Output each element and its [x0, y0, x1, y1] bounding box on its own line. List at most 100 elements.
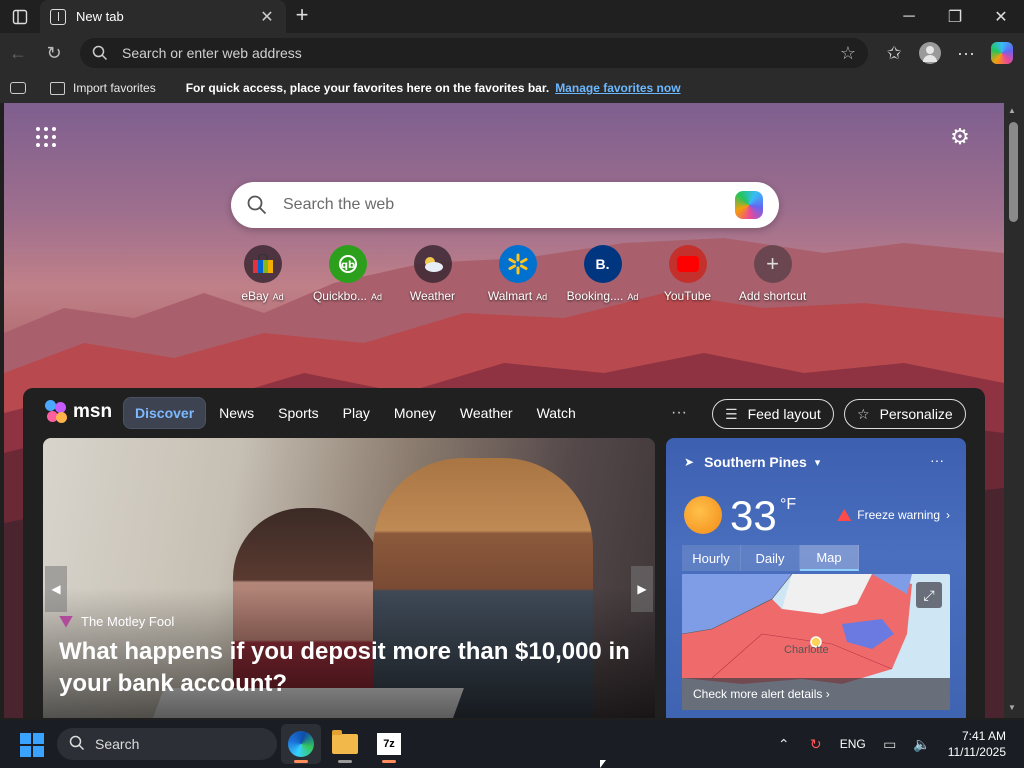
address-bar[interactable]: Search or enter web address ☆: [80, 38, 868, 68]
weather-location-selector[interactable]: ➤ Southern Pines ▾: [684, 454, 820, 470]
weather-more-button[interactable]: ···: [930, 452, 944, 468]
shortcut-booking[interactable]: B. Booking.... Ad: [560, 245, 645, 303]
refresh-button[interactable]: ↻: [36, 37, 72, 69]
taskbar-file-explorer[interactable]: [325, 724, 365, 764]
hero-title[interactable]: What happens if you deposit more than $1…: [59, 636, 639, 700]
browser-tab-new-tab[interactable]: New tab ✕: [40, 0, 286, 33]
feed-layout-label: Feed layout: [747, 406, 821, 422]
profile-button[interactable]: [912, 37, 948, 69]
search-icon: [92, 45, 108, 61]
copilot-button[interactable]: [984, 37, 1020, 69]
feed-tab-play[interactable]: Play: [332, 398, 381, 428]
check-alert-details-link[interactable]: Check more alert details ›: [682, 678, 950, 710]
settings-more-icon[interactable]: ···: [948, 37, 984, 69]
feed-more-button[interactable]: ···: [671, 404, 687, 422]
volume-muted-icon[interactable]: 🔈: [906, 728, 938, 760]
feed-tab-watch[interactable]: Watch: [526, 398, 587, 428]
taskbar-search-label: Search: [95, 736, 140, 752]
favorites-icon[interactable]: ✩: [876, 37, 912, 69]
shortcuts-row: eBay Ad qb Quickbo... Ad Weather Walmart Ad…: [220, 245, 815, 303]
booking-letter: B.: [595, 256, 610, 272]
windows-logo-icon: [20, 733, 31, 744]
browser-toolbar: ← ↻ Search or enter web address ☆ ✩ ···: [0, 33, 1024, 73]
feed-tab-news[interactable]: News: [208, 398, 265, 428]
motley-fool-logo-icon: [59, 615, 73, 628]
scrollbar-thumb[interactable]: [1009, 122, 1018, 222]
carousel-prev-button[interactable]: ◀: [45, 566, 67, 612]
close-tab-icon[interactable]: ✕: [258, 7, 276, 27]
shortcut-label: Booking....: [566, 289, 624, 303]
scroll-up-arrow-icon[interactable]: ▲: [1008, 106, 1016, 115]
seven-zip-label: 7z: [383, 738, 395, 750]
feed-tab-weather[interactable]: Weather: [449, 398, 524, 428]
shortcut-add[interactable]: + Add shortcut: [730, 245, 815, 303]
new-tab-button[interactable]: +: [290, 4, 314, 28]
shortcut-ebay[interactable]: eBay Ad: [220, 245, 305, 303]
sidebar-toggle-icon[interactable]: [10, 82, 26, 94]
show-hidden-icons-chevron-up-icon[interactable]: ⌃: [768, 728, 800, 760]
import-favorites-button[interactable]: Import favorites: [50, 81, 156, 95]
minimize-button[interactable]: ─: [886, 0, 932, 33]
clock-time: 7:41 AM: [961, 729, 1006, 743]
feed-tab-discover[interactable]: Discover: [123, 397, 207, 429]
carousel-next-button[interactable]: ▶: [631, 566, 653, 612]
weather-temperature: 33: [730, 492, 777, 539]
import-favorites-icon: [50, 81, 65, 95]
profile-avatar-icon: [919, 42, 941, 64]
freeze-warning-link[interactable]: Freeze warning ›: [837, 508, 950, 522]
sparkle-star-icon: ☆: [857, 405, 870, 422]
copilot-icon[interactable]: [735, 191, 763, 219]
seven-zip-icon: 7z: [377, 733, 401, 755]
feed-layout-button[interactable]: ☰ Feed layout: [712, 399, 834, 429]
taskbar-7zip[interactable]: 7z: [369, 724, 409, 764]
shortcut-quickbooks[interactable]: qb Quickbo... Ad: [305, 245, 390, 303]
network-icon[interactable]: ▭: [874, 728, 906, 760]
taskbar-edge[interactable]: [281, 724, 321, 764]
apps-launcher-button[interactable]: [36, 127, 58, 149]
quickbooks-icon: qb: [328, 245, 367, 283]
edge-browser-icon: [288, 731, 314, 757]
mouse-cursor-icon: [600, 760, 606, 768]
sync-alert-icon[interactable]: ↻: [800, 728, 832, 760]
hero-source-name: The Motley Fool: [81, 614, 175, 629]
plus-icon: +: [753, 245, 792, 283]
new-tab-page: ⚙ Search the web eBay Ad qb Quickbo... Ad …: [4, 103, 1004, 718]
shortcut-weather[interactable]: Weather: [390, 245, 475, 303]
clock-date: 11/11/2025: [947, 745, 1006, 759]
page-settings-gear-icon[interactable]: ⚙: [948, 125, 972, 149]
weather-cloud-icon: [413, 245, 452, 283]
running-indicator: [382, 760, 396, 763]
shortcut-label: YouTube: [663, 289, 712, 303]
shortcut-youtube[interactable]: YouTube: [645, 245, 730, 303]
web-search-box[interactable]: Search the web: [231, 182, 779, 228]
weather-unit[interactable]: °F: [780, 496, 796, 514]
language-indicator[interactable]: ENG: [832, 737, 874, 751]
start-button[interactable]: [20, 733, 44, 757]
manage-favorites-link[interactable]: Manage favorites now: [555, 81, 680, 95]
personalize-button[interactable]: ☆ Personalize: [844, 399, 966, 429]
weather-tab-daily[interactable]: Daily: [741, 545, 800, 571]
feed-tab-sports[interactable]: Sports: [267, 398, 329, 428]
weather-alert-map[interactable]: Charlotte ⤢ Check more alert details ›: [682, 574, 950, 710]
taskbar-search[interactable]: Search: [57, 728, 277, 760]
tab-actions-button[interactable]: [0, 0, 40, 33]
system-clock[interactable]: 7:41 AM 11/11/2025: [938, 728, 1024, 760]
msn-logo[interactable]: msn: [45, 400, 112, 424]
favorite-star-icon[interactable]: ☆: [840, 43, 856, 64]
scroll-down-arrow-icon[interactable]: ▼: [1008, 703, 1016, 712]
web-search-placeholder: Search the web: [283, 196, 395, 213]
hero-article-card[interactable]: ◀ ▶ The Motley Fool What happens if you …: [43, 438, 655, 718]
feed-nav: msn Discover News Sports Play Money Weat…: [23, 388, 985, 438]
weather-tab-hourly[interactable]: Hourly: [682, 545, 741, 571]
close-window-button[interactable]: ✕: [978, 0, 1024, 33]
tab-title: New tab: [76, 9, 124, 24]
location-arrow-icon: ➤: [684, 455, 695, 469]
restore-button[interactable]: ❐: [932, 0, 978, 33]
back-button[interactable]: ←: [0, 37, 36, 69]
tab-actions-icon: [12, 9, 28, 24]
expand-map-icon[interactable]: ⤢: [916, 582, 942, 608]
ebay-bag-icon: [243, 245, 282, 283]
shortcut-walmart[interactable]: Walmart Ad: [475, 245, 560, 303]
feed-tab-money[interactable]: Money: [383, 398, 447, 428]
weather-tab-map[interactable]: Map: [800, 545, 859, 571]
